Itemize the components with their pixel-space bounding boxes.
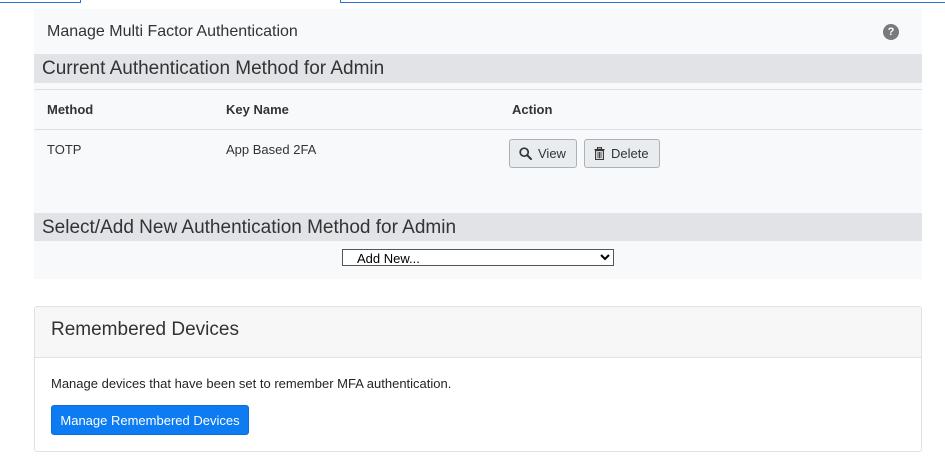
trash-icon <box>594 147 605 160</box>
add-method-heading: Select/Add New Authentication Method for… <box>42 217 457 238</box>
column-header-method: Method <box>47 102 94 117</box>
manage-remembered-devices-button[interactable]: Manage Remembered Devices <box>51 405 249 435</box>
remembered-devices-title: Remembered Devices <box>51 319 239 340</box>
auth-methods-table: Method Key Name Action TOTP App Based 2F… <box>34 89 922 206</box>
search-icon <box>519 147 532 160</box>
current-method-heading: Current Authentication Method for Admin <box>42 58 385 79</box>
view-button-label: View <box>538 146 566 161</box>
delete-button[interactable]: Delete <box>584 139 660 168</box>
tab-strip-line-left <box>0 2 80 3</box>
current-method-heading-bar: Current Authentication Method for Admin <box>34 54 922 83</box>
view-button[interactable]: View <box>509 139 577 168</box>
add-method-select-wrapper: Add New... <box>342 249 614 268</box>
tab-strip <box>0 0 945 3</box>
add-method-heading-bar: Select/Add New Authentication Method for… <box>34 213 922 241</box>
remembered-devices-description: Manage devices that have been set to rem… <box>51 376 452 391</box>
column-header-action: Action <box>512 102 553 117</box>
table-header-row: Method Key Name Action <box>34 90 922 130</box>
tab-strip-line-right <box>341 2 945 3</box>
help-icon[interactable]: ? <box>883 24 899 40</box>
mfa-panel: Manage Multi Factor Authentication ? Cur… <box>34 9 922 279</box>
column-header-key-name: Key Name <box>226 102 289 117</box>
key-name-cell: App Based 2FA <box>226 142 317 157</box>
active-tab[interactable] <box>80 0 341 3</box>
remembered-devices-header: Remembered Devices <box>35 307 921 358</box>
delete-button-label: Delete <box>611 146 649 161</box>
method-cell: TOTP <box>47 142 82 157</box>
remembered-devices-card: Remembered Devices Manage devices that h… <box>34 306 922 452</box>
panel-title: Manage Multi Factor Authentication <box>47 23 298 40</box>
add-method-select[interactable]: Add New... <box>342 249 614 266</box>
